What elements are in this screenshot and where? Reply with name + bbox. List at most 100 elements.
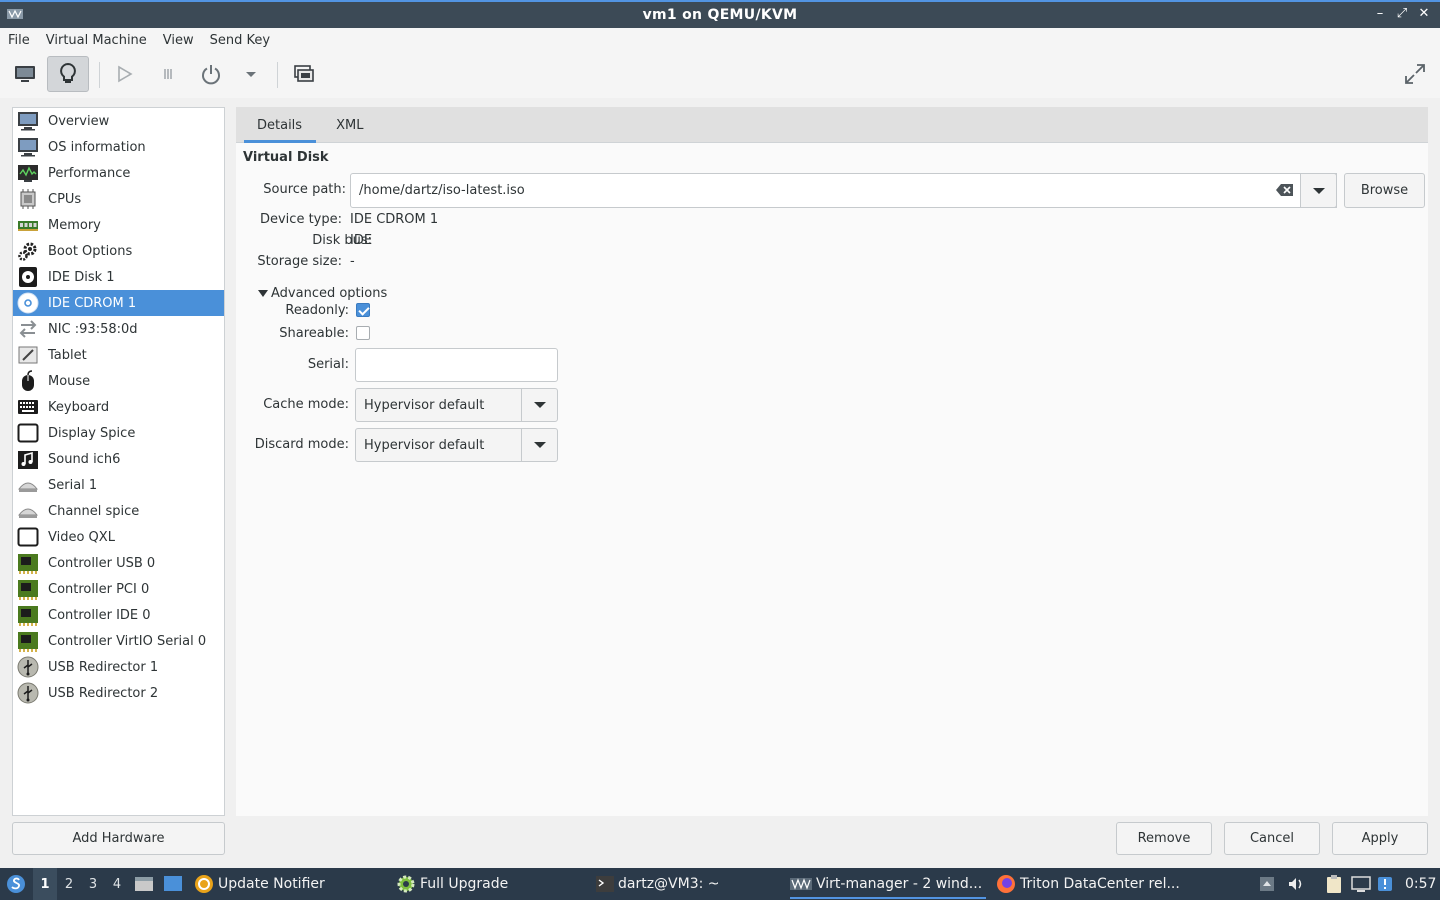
controller-icon [17, 604, 39, 626]
menu-send-key[interactable]: Send Key [206, 33, 274, 48]
serial-icon [17, 500, 39, 522]
sidebar-item-sound-ich6[interactable]: Sound ich6 [13, 446, 224, 472]
tray-notification[interactable] [1377, 868, 1397, 900]
task-full-upgrade[interactable]: Full Upgrade [396, 868, 508, 900]
sidebar-item-usb-redirector-1[interactable]: USB Redirector 1 [13, 654, 224, 680]
sidebar-item-mouse[interactable]: Mouse [13, 368, 224, 394]
details-button[interactable] [47, 56, 89, 92]
shutdown-button[interactable] [190, 56, 232, 92]
console-button[interactable] [4, 56, 46, 92]
window-menu-icon[interactable] [6, 7, 24, 21]
workspace-3[interactable]: 3 [81, 868, 105, 900]
sidebar-item-performance[interactable]: Performance [13, 160, 224, 186]
shutdown-menu-button[interactable] [230, 56, 272, 92]
task-update-notifier[interactable]: Update Notifier [194, 868, 325, 900]
network-icon [17, 318, 39, 340]
readonly-checkbox[interactable] [356, 303, 370, 317]
remove-button[interactable]: Remove [1116, 822, 1212, 855]
task-terminal[interactable]: dartz@VM3: ~ [596, 868, 720, 900]
play-icon [118, 65, 133, 83]
mouse-icon [17, 370, 39, 392]
sidebar-item-os-information[interactable]: OS information [13, 134, 224, 160]
sidebar-item-cpus[interactable]: CPUs [13, 186, 224, 212]
sidebar-item-memory[interactable]: Memory [13, 212, 224, 238]
tab-details[interactable]: Details [236, 107, 324, 143]
run-button[interactable] [103, 56, 145, 92]
task-firefox[interactable]: Triton DataCenter rel... [996, 868, 1180, 900]
sidebar-item-nic-93-58-0d[interactable]: NIC :93:58:0d [13, 316, 224, 342]
browse-button[interactable]: Browse [1344, 173, 1425, 208]
desktop-launcher[interactable] [163, 868, 187, 900]
tab-xml[interactable]: XML [324, 107, 385, 143]
menu-file[interactable]: File [4, 33, 34, 48]
clock[interactable]: 0:57 [1405, 868, 1436, 900]
sidebar-item-usb-redirector-2[interactable]: USB Redirector 2 [13, 680, 224, 706]
workspace-4[interactable]: 4 [105, 868, 129, 900]
storage-size-value: - [350, 254, 355, 269]
tray-volume[interactable] [1287, 868, 1309, 900]
advanced-options-expander[interactable]: Advanced options [258, 286, 387, 301]
sidebar-item-label: Keyboard [48, 399, 110, 415]
chevron-down-icon [1312, 187, 1325, 194]
update-notifier-icon [195, 875, 213, 893]
fullscreen-button[interactable] [1394, 56, 1436, 92]
sidebar-item-controller-ide-0[interactable]: Controller IDE 0 [13, 602, 224, 628]
file-manager-launcher[interactable] [134, 868, 158, 900]
discard-mode-label: Discard mode: [254, 437, 349, 452]
tray-network[interactable] [1351, 868, 1375, 900]
menu-view[interactable]: View [159, 33, 198, 48]
workspace-1[interactable]: 1 [33, 868, 57, 900]
snapshots-button[interactable] [283, 56, 325, 92]
serial-label: Serial: [307, 357, 349, 372]
tray-clipboard[interactable] [1325, 868, 1347, 900]
chevron-down-icon [533, 402, 546, 408]
close-icon[interactable]: ✕ [1416, 6, 1432, 22]
task-virt-manager[interactable]: Virt-manager - 2 wind... [790, 868, 986, 900]
sidebar-item-label: NIC :93:58:0d [48, 321, 138, 337]
power-icon [202, 65, 220, 85]
sidebar-item-keyboard[interactable]: Keyboard [13, 394, 224, 420]
sidebar-item-ide-disk-1[interactable]: IDE Disk 1 [13, 264, 224, 290]
fullscreen-icon [1405, 64, 1425, 84]
tray-eject[interactable] [1258, 868, 1280, 900]
sidebar-item-label: Controller VirtIO Serial 0 [48, 633, 207, 649]
sidebar-item-controller-virtio-serial-0[interactable]: Controller VirtIO Serial 0 [13, 628, 224, 654]
sidebar-item-controller-pci-0[interactable]: Controller PCI 0 [13, 576, 224, 602]
sidebar-item-label: Video QXL [48, 529, 115, 545]
sidebar-item-serial-1[interactable]: Serial 1 [13, 472, 224, 498]
source-path-input[interactable]: /home/dartz/iso-latest.iso [350, 173, 1337, 208]
sidebar-item-video-qxl[interactable]: Video QXL [13, 524, 224, 550]
source-path-dropdown[interactable] [1300, 173, 1337, 208]
shareable-checkbox[interactable] [356, 326, 370, 340]
sidebar-item-controller-usb-0[interactable]: Controller USB 0 [13, 550, 224, 576]
maximize-icon[interactable]: ⤢ [1394, 6, 1410, 22]
window-titlebar: vm1 on QEMU/KVM – ⤢ ✕ [0, 0, 1440, 28]
clear-icon[interactable] [1276, 183, 1294, 197]
sidebar-item-label: Mouse [48, 373, 91, 389]
cancel-button[interactable]: Cancel [1224, 822, 1320, 855]
add-hardware-button[interactable]: Add Hardware [12, 822, 225, 855]
clipboard-icon [1327, 875, 1341, 893]
discard-mode-select[interactable]: Hypervisor default [355, 428, 558, 462]
sidebar-item-tablet[interactable]: Tablet [13, 342, 224, 368]
cpu-icon [17, 188, 39, 210]
tab-bar: Details XML [236, 107, 1428, 143]
virt-manager-icon [790, 878, 812, 890]
sidebar-item-ide-cdrom-1[interactable]: IDE CDROM 1 [13, 290, 224, 316]
serial-input[interactable] [355, 348, 558, 382]
menu-virtual-machine[interactable]: Virtual Machine [42, 33, 151, 48]
sidebar-item-channel-spice[interactable]: Channel spice [13, 498, 224, 524]
tablet-icon [17, 344, 39, 366]
workspace-2[interactable]: 2 [57, 868, 81, 900]
cache-mode-select[interactable]: Hypervisor default [355, 388, 558, 422]
pause-button[interactable] [147, 56, 189, 92]
apply-button[interactable]: Apply [1332, 822, 1428, 855]
start-menu-button[interactable] [6, 868, 30, 900]
sidebar-item-label: OS information [48, 139, 146, 155]
controller-icon [17, 552, 39, 574]
sidebar-item-overview[interactable]: Overview [13, 108, 224, 134]
firefox-icon [997, 875, 1015, 893]
minimize-icon[interactable]: – [1372, 6, 1388, 22]
sidebar-item-display-spice[interactable]: Display Spice [13, 420, 224, 446]
sidebar-item-boot-options[interactable]: Boot Options [13, 238, 224, 264]
